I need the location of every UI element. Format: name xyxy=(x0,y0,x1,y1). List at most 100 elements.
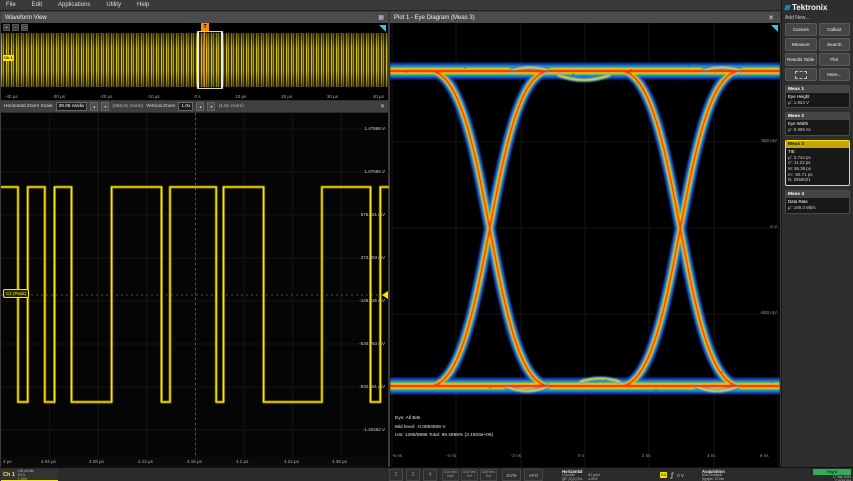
results-table-button[interactable]: Results Table xyxy=(785,53,817,66)
eye-y-label: -500 mV xyxy=(760,310,777,315)
zoom-time-label: 4.24 μs xyxy=(284,459,299,464)
menu-item-utility[interactable]: Utility xyxy=(106,2,121,8)
menu-item-file[interactable]: File xyxy=(6,2,16,8)
vertical-zoom-label: Vertical Zoom xyxy=(146,104,175,109)
measure-button[interactable]: Measure xyxy=(785,38,817,51)
channel-4-button[interactable]: 4 xyxy=(423,469,437,481)
voltage-axis-label: 675.021 mV xyxy=(361,212,385,217)
meas-1-badge[interactable]: Meas 1 Eye Height μ': 1.824 V xyxy=(785,85,850,108)
channel-1-badge[interactable]: Ch 1 136 mV/div 50 Ω 1 GHz xyxy=(1,469,58,481)
waveform-overview-strip[interactable]: + − ▭ T Ch 1 -40 μs -30 μs -20 μs -10 μs… xyxy=(1,23,388,101)
callout-button[interactable]: Callout xyxy=(819,23,851,36)
v-zoom-factor-label: (1.0x zoom) xyxy=(218,104,243,109)
trigger-position-flag[interactable]: T xyxy=(201,23,209,31)
eye-diagram xyxy=(390,23,780,468)
zoom-time-label: 4.04 μs xyxy=(41,459,56,464)
sidebar-button-grid: Cursors Callout Measure Search Results T… xyxy=(785,23,850,66)
eye-info-bits: Eye: All Bits xyxy=(395,415,493,424)
trigger-badge[interactable]: C1 0 V xyxy=(660,469,684,481)
tekscope-app: File Edit Applications Utility Help Wave… xyxy=(0,0,853,481)
menu-item-help[interactable]: Help xyxy=(137,2,149,8)
channel-1-zoom-badge[interactable]: C1 (Peak) xyxy=(3,289,29,298)
meas-3-header: Meas 3 xyxy=(786,141,849,148)
voltage-axis-label: 1.47888 V xyxy=(364,126,385,131)
meas-3-badge[interactable]: Meas 3 TIE μ': 3.744 ps σ': 11.22 ps M: … xyxy=(785,140,850,186)
h-zoom-decrease-button[interactable]: ▾ xyxy=(101,102,109,111)
horizontal-position-icon: ● xyxy=(588,477,590,481)
overview-time-axis: -40 μs -30 μs -20 μs -10 μs 0 s 10 μs 20… xyxy=(1,94,388,99)
overview-time-label: -20 μs xyxy=(100,94,113,99)
voltage-axis-label: -530.763 mV xyxy=(359,341,385,346)
dvm-button[interactable]: DVM xyxy=(502,469,521,481)
waveform-view-titlebar: Waveform View ▦ xyxy=(1,12,388,23)
eye-x-label: 2 ns xyxy=(642,453,651,458)
waveform-view-window: Waveform View ▦ + − ▭ T Ch 1 -40 μs -30 … xyxy=(0,11,389,467)
zoom-box-left-handle[interactable] xyxy=(197,32,199,88)
zoom-box-right-handle[interactable] xyxy=(221,32,223,88)
v-zoom-increase-button[interactable]: ▴ xyxy=(196,102,204,111)
meas-4-stat: μ': 169.3 Mb/s xyxy=(788,205,847,211)
zoom-out-icon[interactable]: − xyxy=(12,24,19,31)
cursors-button[interactable]: Cursors xyxy=(785,23,817,36)
tektronix-logo-text: Tektronix xyxy=(792,3,827,12)
channel-1-settings: 136 mV/div 50 Ω 1 GHz xyxy=(18,469,34,480)
overview-time-label: -30 μs xyxy=(52,94,65,99)
waveform-view-grid-icon[interactable]: ▦ xyxy=(378,14,384,21)
afg-button[interactable]: AFG xyxy=(524,469,543,481)
trigger-level-arrow[interactable] xyxy=(382,291,388,299)
search-button[interactable]: Search xyxy=(819,38,851,51)
add-new-ref-button[interactable]: Add New Ref xyxy=(461,469,478,481)
meas-2-badge[interactable]: Meas 2 Eye Width μ': 5.906 ns xyxy=(785,112,850,135)
add-new-label: Add New... xyxy=(785,15,850,21)
zoom-waveform xyxy=(1,113,390,457)
eye-plot-close-button[interactable]: ✕ xyxy=(766,14,776,22)
menu-item-applications[interactable]: Applications xyxy=(58,2,90,8)
meas-4-badge[interactable]: Meas 4 Data Rate μ': 169.3 Mb/s xyxy=(785,190,850,213)
overview-channel-tag[interactable]: Ch 1 xyxy=(3,55,14,61)
acquisition-badge[interactable]: Acquisition Auto, Analysis Sample: 12 bi… xyxy=(700,468,780,481)
trigger-level: 0 V xyxy=(677,473,684,478)
eye-diagram-titlebar[interactable]: Plot 1 - Eye Diagram (Meas 3) ✕ xyxy=(390,12,780,23)
zoom-in-icon[interactable]: + xyxy=(3,24,10,31)
h-zoom-increase-button[interactable]: ▴ xyxy=(90,102,98,111)
eye-x-label: -4 ns xyxy=(446,453,456,458)
add-new-bus-button[interactable]: Add New Bus xyxy=(480,469,497,481)
zoom-controls-bar: Horizontal Zoom Scale 39.06 ns/div ▴ ▾ (… xyxy=(1,101,388,113)
voltage-axis-label: -932.691 mV xyxy=(359,384,385,389)
v-zoom-decrease-button[interactable]: ▾ xyxy=(207,102,215,111)
menu-item-edit[interactable]: Edit xyxy=(32,2,42,8)
zoom-graticule[interactable]: 1.47888 V 1.07695 V 675.021 mV 273.093 m… xyxy=(1,113,388,457)
eye-y-label: 0 V xyxy=(770,224,777,229)
meas-1-stat: μ': 1.824 V xyxy=(788,100,847,106)
menu-bar: File Edit Applications Utility Help xyxy=(0,0,781,11)
plot-button[interactable]: Plot xyxy=(819,53,851,66)
eye-info-midlevel: Mid level: -0.0094938 V xyxy=(395,424,493,433)
zoom-time-label: 4.28 μs xyxy=(332,459,347,464)
overview-undock-icon[interactable] xyxy=(379,25,386,32)
more-button[interactable]: More... xyxy=(819,68,851,81)
zoom-time-label: 4.16 μs xyxy=(187,459,202,464)
zoom-close-button[interactable]: ✕ xyxy=(380,103,385,110)
eye-x-label: -6 ns xyxy=(392,453,402,458)
draw-box-button[interactable] xyxy=(785,68,817,81)
tektronix-logo-mark xyxy=(784,5,791,10)
rising-edge-icon xyxy=(669,472,675,479)
horizontal-zoom-scale-value[interactable]: 39.06 ns/div xyxy=(56,102,88,111)
channel-3-button[interactable]: 3 xyxy=(406,469,420,481)
eye-x-label: -2 ns xyxy=(511,453,521,458)
eye-x-label: 6 ns xyxy=(760,453,769,458)
pan-icon[interactable]: ▭ xyxy=(21,24,28,31)
overview-time-label: -40 μs xyxy=(5,94,18,99)
horizontal-badge[interactable]: Horizontal 10 μs/div SR: 12.5 GS/s RL: 1… xyxy=(560,468,656,481)
overview-time-label: 0 s xyxy=(194,94,200,99)
add-new-math-button[interactable]: Add New Math xyxy=(442,469,459,481)
eye-plot-area[interactable]: 500 mV 0 V -500 mV -6 ns -4 ns -2 ns 0 s… xyxy=(390,23,780,468)
vertical-zoom-value[interactable]: 1.0x xyxy=(178,102,193,111)
eye-undock-icon[interactable] xyxy=(771,25,778,32)
zoom-selection-box[interactable] xyxy=(197,31,223,89)
channel-2-button[interactable]: 2 xyxy=(389,469,403,481)
zoom-time-label: 4.2 μs xyxy=(236,459,248,464)
eye-info-block: Eye: All Bits Mid level: -0.0094938 V UI… xyxy=(395,415,493,441)
voltage-axis-label: 1.07695 V xyxy=(364,169,385,174)
overview-waveform[interactable] xyxy=(1,33,388,87)
